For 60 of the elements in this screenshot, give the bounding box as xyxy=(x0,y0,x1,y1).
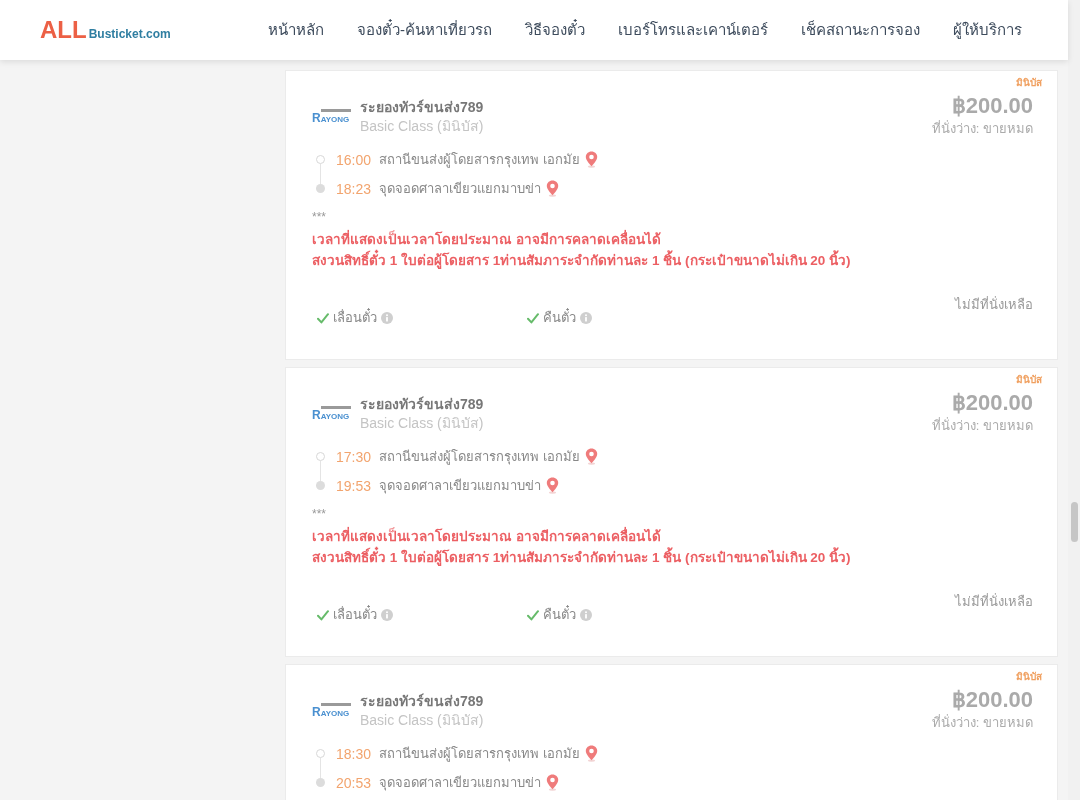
bus-class: Basic Class (มินิบัส) xyxy=(360,413,484,433)
bus-class: Basic Class (มินิบัส) xyxy=(360,116,484,136)
bus-type-label: มินิบัส xyxy=(1016,76,1042,90)
departure-time: 19:53 xyxy=(336,476,372,495)
notice-text: เวลาที่แสดงเป็นเวลาโดยประมาณ อาจมีการคลาดเคลื่อนได้ xyxy=(312,229,661,249)
site-logo[interactable]: ALL Busticket.com xyxy=(40,16,171,44)
availability-status: ไม่มีที่นั่งเหลือ xyxy=(955,296,1033,314)
policy-label: เลื่อนตั๋ว xyxy=(333,606,377,624)
policy-label: เลื่อนตั๋ว xyxy=(333,309,377,327)
seat-availability: ที่นั่งว่าง: ขายหมด xyxy=(931,119,1033,138)
stop-name: จุดจอดศาลาเขียวแยกมาบข่า xyxy=(379,179,542,198)
nav-link[interactable]: วิธีจองตั๋ว xyxy=(525,20,585,40)
nav-link[interactable]: จองตั๋ว-ค้นหาเที่ยวรถ xyxy=(357,20,492,40)
ticket-price: ฿200.00 xyxy=(951,93,1033,119)
operator-name: ระยองทัวร์ขนส่ง789 xyxy=(360,691,484,711)
map-pin-icon xyxy=(584,448,598,465)
stop-name: สถานีขนส่งผู้โดยสารกรุงเทพ เอกมัย xyxy=(379,150,580,169)
map-pin-icon xyxy=(546,477,560,494)
nav-link[interactable]: เบอร์โทรและเคาน์เตอร์ xyxy=(618,20,768,40)
operator-logo: RAYONG xyxy=(312,405,352,422)
info-icon[interactable] xyxy=(381,609,393,621)
ticket-price: ฿200.00 xyxy=(951,390,1033,416)
info-icon[interactable] xyxy=(580,609,592,621)
map-pin-icon xyxy=(584,745,598,762)
seat-availability: ที่นั่งว่าง: ขายหมด xyxy=(931,713,1033,732)
nav-link[interactable]: ผู้ให้บริการ xyxy=(953,20,1022,40)
departure-time: 16:00 xyxy=(336,150,372,169)
departure-time: 17:30 xyxy=(336,447,372,466)
scrollbar-thumb[interactable] xyxy=(1070,502,1078,542)
stop-name: สถานีขนส่งผู้โดยสารกรุงเทพ เอกมัย xyxy=(379,447,580,466)
notice-text: สงวนสิทธิ์ตั๋ว 1 ใบต่อผู้โดยสาร 1ท่านสัมภาระจำกัดท่านละ 1 ชิ้น (กระเป๋าขนาดไม่เกิน 20 นิ้ว) xyxy=(312,547,851,568)
operator-name: ระยองทัวร์ขนส่ง789 xyxy=(360,394,484,414)
map-pin-icon xyxy=(546,774,560,791)
bus-type-label: มินิบัส xyxy=(1016,670,1042,684)
map-pin-icon xyxy=(546,180,560,197)
notice-text: เวลาที่แสดงเป็นเวลาโดยประมาณ อาจมีการคลาดเคลื่อนได้ xyxy=(312,526,661,546)
bus-class: Basic Class (มินิบัส) xyxy=(360,710,484,730)
bus-type-label: มินิบัส xyxy=(1016,373,1042,387)
stop-name: จุดจอดศาลาเขียวแยกมาบข่า xyxy=(379,773,542,792)
nav-link[interactable]: เช็คสถานะการจอง xyxy=(801,20,920,40)
availability-status: ไม่มีที่นั่งเหลือ xyxy=(955,593,1033,611)
stop-name: จุดจอดศาลาเขียวแยกมาบข่า xyxy=(379,476,542,495)
operator-logo: RAYONG xyxy=(312,108,352,125)
departure-time: 18:30 xyxy=(336,744,372,763)
note-marker: *** xyxy=(312,506,326,522)
ticket-price: ฿200.00 xyxy=(951,687,1033,713)
departure-time: 20:53 xyxy=(336,773,372,792)
notice-text: สงวนสิทธิ์ตั๋ว 1 ใบต่อผู้โดยสาร 1ท่านสัมภาระจำกัดท่านละ 1 ชิ้น (กระเป๋าขนาดไม่เกิน 20 นิ้ว) xyxy=(312,250,851,271)
map-pin-icon xyxy=(584,151,598,168)
info-icon[interactable] xyxy=(580,312,592,324)
nav-link[interactable]: หน้าหลัก xyxy=(268,20,324,40)
departure-time: 18:23 xyxy=(336,179,372,198)
info-icon[interactable] xyxy=(381,312,393,324)
note-marker: *** xyxy=(312,209,326,225)
operator-name: ระยองทัวร์ขนส่ง789 xyxy=(360,97,484,117)
operator-logo: RAYONG xyxy=(312,702,352,719)
seat-availability: ที่นั่งว่าง: ขายหมด xyxy=(931,416,1033,435)
policy-label: คืนตั๋ว xyxy=(543,606,576,624)
policy-label: คืนตั๋ว xyxy=(543,309,576,327)
stop-name: สถานีขนส่งผู้โดยสารกรุงเทพ เอกมัย xyxy=(379,744,580,763)
